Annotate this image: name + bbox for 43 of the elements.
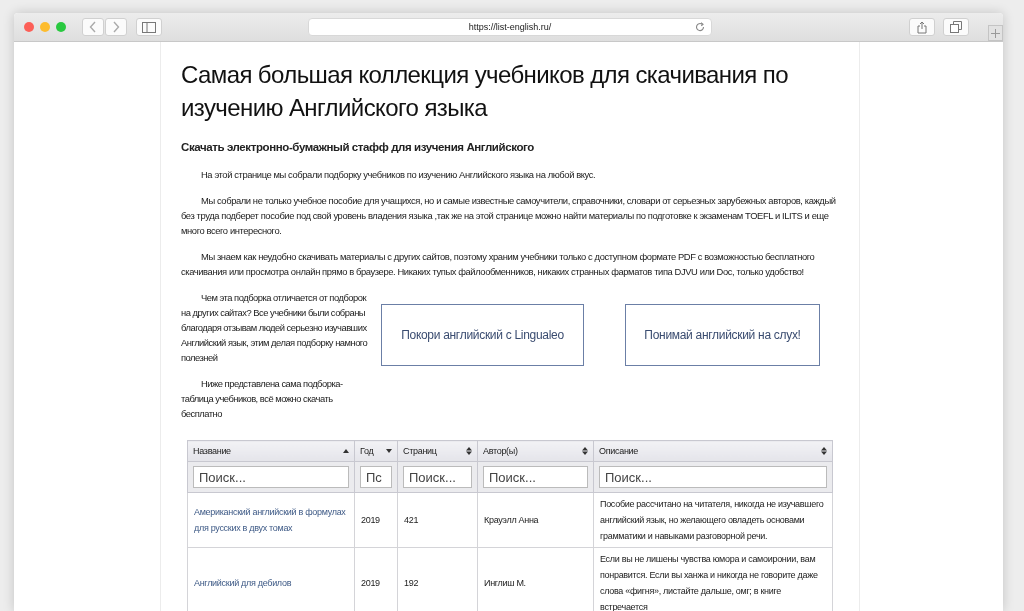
search-field[interactable]: Пс xyxy=(360,466,392,488)
search-field[interactable]: Поиск... xyxy=(193,466,349,488)
reload-icon[interactable] xyxy=(695,22,705,32)
paragraph: Ниже представлена сама подборка-таблица учебников, всё можно скачать бесплатно xyxy=(181,377,344,421)
chevron-right-icon xyxy=(112,21,120,33)
forward-button[interactable] xyxy=(105,18,127,36)
tabs-button[interactable] xyxy=(943,18,969,36)
description-cell: Пособие рассчитано на читателя, никогда не изучавшего английский язык, но желающего овладеть основами грамматики и навыками разговорной речи. xyxy=(600,499,824,541)
sidebar-button[interactable] xyxy=(136,18,162,36)
promo-button[interactable]: Покори английский с Lingualeo xyxy=(381,304,584,366)
search-field[interactable]: Поиск... xyxy=(403,466,472,488)
paragraph: На этой странице мы собрали подборку учебников по изучению Английского языка на любой вкус. xyxy=(200,168,597,182)
close-button[interactable] xyxy=(24,22,34,32)
share-button[interactable] xyxy=(909,18,935,36)
year-cell: 2019 xyxy=(361,515,380,525)
share-icon xyxy=(917,20,927,34)
sidebar-icon xyxy=(142,21,156,33)
search-field[interactable]: Поиск... xyxy=(483,466,588,488)
column-header[interactable]: Год xyxy=(354,440,398,462)
description-cell: Если вы не лишены чувства юмора и самоиронии, вам понравится. Если вы ханжа и никогда не говорите даже слова «фигня», листайте дальше, омг; в книге встречается xyxy=(600,554,818,611)
minimize-button[interactable] xyxy=(40,22,50,32)
chevron-left-icon xyxy=(89,21,97,33)
promo-button[interactable]: Понимай английский на слух! xyxy=(625,304,820,366)
column-header[interactable]: Автор(ы) xyxy=(477,440,594,462)
page-subtitle: Скачать электронно-бумажный стафф для изучения Английского xyxy=(181,141,535,153)
pages-cell: 192 xyxy=(404,578,419,588)
back-button[interactable] xyxy=(82,18,104,36)
paragraph: Чем эта подборка отличается от подборок на других сайтах? Все учебники были собраны благодаря отзывам людей серьезно изучавших Английский язык, этим делая подборку намного полезней xyxy=(181,291,369,365)
tabs-icon xyxy=(950,21,962,33)
new-tab-button[interactable] xyxy=(988,25,1003,41)
author-cell: Крауэлл Анна xyxy=(484,515,539,525)
address-bar[interactable]: https://list-english.ru/ xyxy=(308,18,712,36)
paragraph: Мы знаем как неудобно скачивать материалы с других сайтов, поэтому храним учебники только с доступном формате PDF с возможностью бесплатного скачивания или просмотра онлайн прямо в браузере. Никаких тупых файлообменников, никаких странных фарматов типа DJVU или Doc, только удобство! xyxy=(181,250,816,279)
page-title: Самая большая коллекция учебников для скачивания по изучению Английского языка xyxy=(181,60,789,123)
column-header[interactable]: Название xyxy=(187,440,355,462)
paragraph: Мы собрали не только учебное пособие для учащихся, но и самые известные самоучители, справочники, словари от серьезных зарубежных авторов, каждый без труда подберет пособие под свой уровень владения языка ,так же на этой странице можно найти материалы по подготовке к экзаменам TOEFL и ILITS и еще много всего интересного. xyxy=(181,194,837,238)
search-field[interactable]: Поиск... xyxy=(599,466,827,488)
author-cell: Инглиш М. xyxy=(484,578,526,588)
zoom-button[interactable] xyxy=(56,22,66,32)
year-cell: 2019 xyxy=(361,578,380,588)
column-header[interactable]: Описание xyxy=(593,440,833,462)
column-header[interactable]: Страниц xyxy=(397,440,478,462)
pages-cell: 421 xyxy=(404,515,419,525)
